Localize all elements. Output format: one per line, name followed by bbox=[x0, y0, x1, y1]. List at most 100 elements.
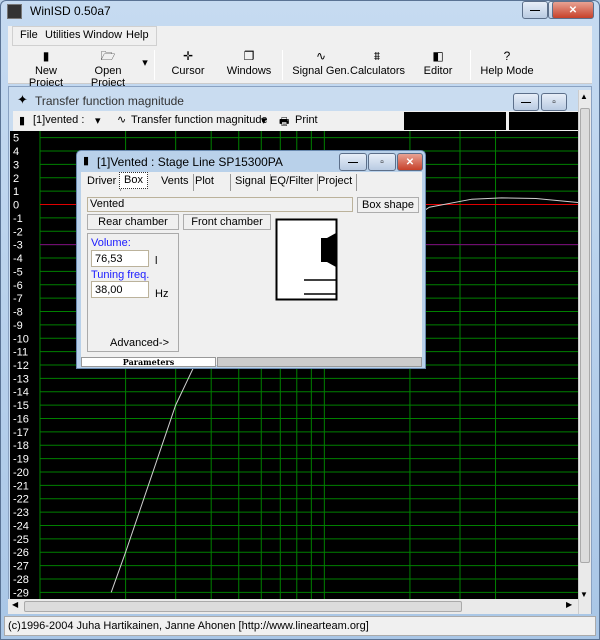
close-button[interactable]: ✕ bbox=[552, 1, 594, 19]
dialog-title: [1]Vented : Stage Line SP15300PA bbox=[97, 155, 283, 169]
y-tick-label: -14 bbox=[13, 387, 29, 399]
y-tick-label: 2 bbox=[13, 173, 19, 185]
horizontal-scrollbar[interactable]: ◀ ▶ bbox=[8, 599, 578, 614]
menu-file[interactable]: File bbox=[20, 29, 38, 41]
box-type-field[interactable]: Vented bbox=[87, 197, 353, 212]
box-dialog: ▮ [1]Vented : Stage Line SP15300PA — ▫ ✕… bbox=[76, 150, 426, 369]
tab-box[interactable]: Box bbox=[119, 172, 148, 189]
y-tick-label: -16 bbox=[13, 413, 29, 425]
rear-chamber-button[interactable]: Rear chamber bbox=[87, 214, 179, 230]
y-tick-label: -9 bbox=[13, 320, 23, 332]
y-tick-label: -27 bbox=[13, 561, 29, 573]
volume-unit: l bbox=[155, 255, 158, 267]
scroll-left-icon[interactable]: ◀ bbox=[12, 600, 18, 609]
tab-driver[interactable]: Driver bbox=[83, 174, 122, 191]
dialog-close-button[interactable]: ✕ bbox=[397, 153, 423, 171]
tab-eq-filter[interactable]: EQ/Filter bbox=[266, 174, 319, 191]
y-tick-label: -6 bbox=[13, 280, 23, 292]
scroll-up-icon[interactable]: ▲ bbox=[580, 92, 588, 101]
scroll-down-icon[interactable]: ▼ bbox=[580, 590, 588, 599]
menu-bar: File Utilities Window Help bbox=[8, 26, 592, 46]
y-tick-label: -20 bbox=[13, 467, 29, 479]
child-minimize-button[interactable]: — bbox=[513, 93, 539, 111]
y-tick-label: -3 bbox=[13, 240, 23, 252]
tab-vents[interactable]: Vents bbox=[157, 174, 194, 191]
windows-button[interactable]: ❐ Windows bbox=[226, 48, 272, 82]
menu-utilities[interactable]: Utilities bbox=[45, 29, 80, 41]
y-tick-label: -19 bbox=[13, 454, 29, 466]
y-tick-label: -13 bbox=[13, 373, 29, 385]
chevron-down-icon[interactable]: ▾ bbox=[95, 114, 101, 127]
y-tick-label: -25 bbox=[13, 534, 29, 546]
dialog-maximize-button[interactable]: ▫ bbox=[368, 153, 396, 171]
y-tick-label: 3 bbox=[13, 159, 19, 171]
y-tick-label: -26 bbox=[13, 547, 29, 559]
y-tick-label: -21 bbox=[13, 480, 29, 492]
speaker-app-icon bbox=[7, 4, 22, 19]
folder-open-icon: 🗁 bbox=[100, 49, 116, 63]
scroll-thumb[interactable] bbox=[24, 601, 462, 612]
open-project-dropdown[interactable]: ▾ bbox=[140, 56, 150, 90]
readout-box bbox=[404, 112, 506, 130]
y-tick-label: -28 bbox=[13, 574, 29, 586]
menu-window[interactable]: Window bbox=[83, 29, 122, 41]
calculator-icon: ⩩ bbox=[373, 49, 381, 63]
child-window-title: Transfer function magnitude bbox=[35, 94, 184, 108]
y-tick-label: -24 bbox=[13, 520, 29, 532]
cursor-crosshair-icon: ✛ bbox=[182, 49, 194, 63]
minimize-button[interactable]: — bbox=[522, 1, 548, 19]
tab-project[interactable]: Project bbox=[314, 174, 358, 191]
open-project-button[interactable]: 🗁 Open Project bbox=[76, 48, 140, 89]
calculators-button[interactable]: ⩩ Calculators bbox=[350, 48, 405, 82]
scroll-right-icon[interactable]: ▶ bbox=[566, 600, 572, 609]
status-bar: (c)1996-2004 Juha Hartikainen, Janne Aho… bbox=[4, 616, 596, 636]
sine-wave-icon: ∿ bbox=[315, 49, 327, 63]
y-tick-label: 5 bbox=[13, 133, 19, 145]
y-tick-label: -12 bbox=[13, 360, 29, 372]
cursor-crosshair-icon: ✦ bbox=[17, 92, 28, 107]
y-tick-label: -29 bbox=[13, 587, 29, 599]
box-shape-button[interactable]: Box shape bbox=[357, 197, 419, 213]
plot-type-select[interactable]: Transfer function magnitude bbox=[131, 114, 268, 126]
tuning-input[interactable]: 38,00 bbox=[91, 281, 149, 298]
editor-button[interactable]: ◧ Editor bbox=[420, 48, 456, 82]
speaker-editor-icon: ◧ bbox=[432, 49, 444, 63]
y-tick-label: -4 bbox=[13, 253, 23, 265]
windows-icon: ❐ bbox=[243, 49, 255, 63]
readout-box bbox=[509, 112, 579, 130]
chevron-down-icon[interactable]: ▾ bbox=[261, 114, 267, 127]
scroll-thumb[interactable] bbox=[580, 108, 590, 563]
volume-label: Volume: bbox=[91, 237, 131, 249]
tab-parameters[interactable]: Parameters bbox=[81, 357, 216, 367]
volume-input[interactable]: 76,53 bbox=[91, 250, 149, 267]
window-title: WinISD 0.50a7 bbox=[30, 4, 111, 18]
new-project-button[interactable]: ▮ New Project bbox=[18, 48, 74, 89]
child-maximize-button[interactable]: ▫ bbox=[541, 93, 567, 111]
y-tick-label: -18 bbox=[13, 440, 29, 452]
new-project-icon: ▮ bbox=[42, 49, 50, 63]
vertical-scrollbar[interactable]: ▲ ▼ bbox=[578, 90, 591, 614]
y-tick-label: -17 bbox=[13, 427, 29, 439]
y-tick-label: -5 bbox=[13, 266, 23, 278]
advanced-button[interactable]: Advanced-> bbox=[110, 337, 169, 349]
cursor-button[interactable]: ✛ Cursor bbox=[168, 48, 208, 82]
project-select[interactable]: [1]vented : bbox=[33, 114, 84, 126]
y-tick-label: -10 bbox=[13, 333, 29, 345]
sine-wave-icon: ∿ bbox=[117, 114, 127, 126]
y-tick-label: -15 bbox=[13, 400, 29, 412]
printer-icon: 🖶 bbox=[279, 116, 290, 128]
y-tick-label: -22 bbox=[13, 494, 29, 506]
signal-gen-button[interactable]: ∿ Signal Gen. bbox=[290, 48, 352, 82]
tab-signal[interactable]: Signal bbox=[231, 174, 271, 191]
y-tick-label: -8 bbox=[13, 307, 23, 319]
menu-help[interactable]: Help bbox=[126, 29, 149, 41]
front-chamber-button[interactable]: Front chamber bbox=[183, 214, 271, 230]
rear-chamber-panel: Volume: 76,53 l Tuning freq. 38,00 Hz Ad… bbox=[87, 233, 179, 352]
help-mode-button[interactable]: ? Help Mode bbox=[480, 48, 534, 82]
tab-plot[interactable]: Plot bbox=[191, 174, 231, 191]
dialog-minimize-button[interactable]: — bbox=[339, 153, 367, 171]
help-question-icon: ? bbox=[503, 49, 511, 63]
y-tick-label: -1 bbox=[13, 213, 23, 225]
y-tick-label: -2 bbox=[13, 226, 23, 238]
print-button[interactable]: Print bbox=[295, 114, 318, 126]
